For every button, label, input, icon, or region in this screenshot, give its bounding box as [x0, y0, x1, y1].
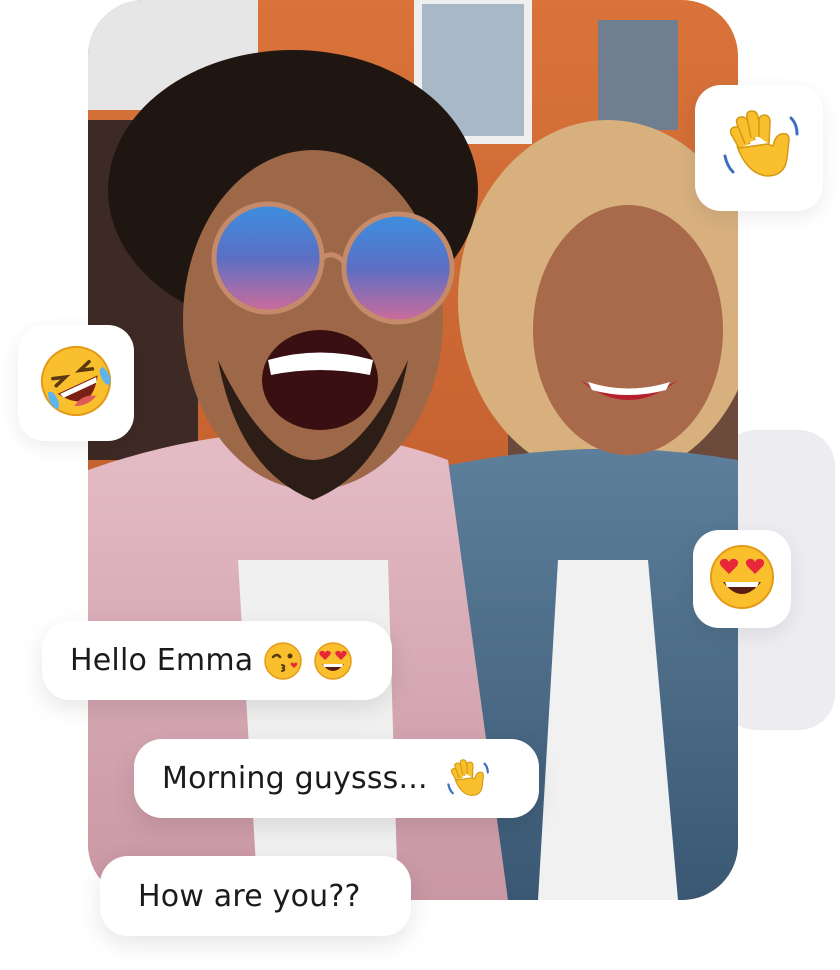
heart-eyes-icon [709, 544, 775, 614]
heart-eyes-icon [313, 641, 353, 681]
waving-hand-icon [444, 756, 490, 802]
message-text: Morning guysss... [162, 761, 428, 796]
waving-hand-tile [695, 85, 823, 211]
chat-bubble-hello: Hello Emma [42, 621, 392, 700]
chat-bubble-morning: Morning guysss... [134, 739, 539, 818]
heart-eyes-tile [693, 530, 791, 628]
rolling-laughing-tile [18, 325, 134, 441]
kissing-face-icon [263, 641, 303, 681]
chat-bubble-how-are-you: How are you?? [100, 856, 411, 936]
rolling-laughing-icon [38, 343, 114, 423]
waving-hand-icon [717, 104, 801, 192]
message-text: How are you?? [138, 878, 361, 914]
message-text: Hello Emma [70, 643, 254, 678]
